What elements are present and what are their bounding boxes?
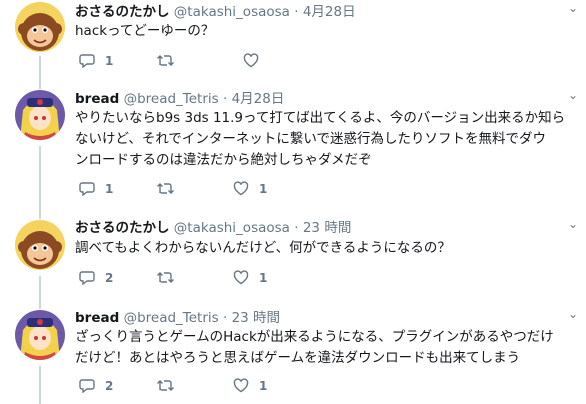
tweet-header: おさるのたかし @takashi_osaosa · 4月28日 — [75, 3, 356, 21]
retweet-button[interactable] — [156, 378, 175, 393]
reply-count: 1 — [105, 181, 114, 196]
retweet-icon — [157, 183, 174, 194]
reply-icon — [79, 182, 95, 196]
heart-icon — [233, 378, 249, 393]
thread-line — [39, 204, 41, 219]
like-button[interactable]: 1 — [233, 378, 267, 393]
heart-icon — [233, 181, 249, 196]
reply-icon — [79, 379, 95, 393]
tweet-4[interactable]: bread @bread_Tetris · 23 時間 ⌄ ざっくり言うとゲーム… — [0, 296, 586, 404]
tweet-header: bread @bread_Tetris · 4月28日 — [75, 90, 284, 108]
avatar-monkey[interactable] — [15, 220, 65, 270]
separator-dot: · — [294, 220, 299, 236]
retweet-button[interactable] — [156, 181, 175, 196]
timestamp[interactable]: 23 時間 — [232, 310, 280, 326]
thread-line — [39, 56, 41, 80]
retweet-button[interactable] — [156, 270, 175, 285]
username[interactable]: @takashi_osaosa — [174, 4, 290, 20]
avatar-anime-girl[interactable] — [15, 310, 65, 360]
reply-button[interactable]: 2 — [79, 270, 113, 285]
retweet-icon — [157, 272, 174, 283]
username[interactable]: @bread_Tetris — [124, 310, 219, 326]
reply-icon — [79, 271, 95, 285]
display-name[interactable]: おさるのたかし — [75, 220, 170, 236]
heart-icon — [243, 53, 259, 68]
like-button[interactable]: 1 — [233, 270, 267, 285]
separator-dot: · — [222, 310, 228, 326]
tweet-3[interactable]: おさるのたかし @takashi_osaosa · 23 時間 ⌄ 調べてもよく… — [0, 204, 586, 296]
reply-count: 2 — [105, 378, 114, 393]
retweet-icon — [157, 380, 174, 391]
thread-line — [39, 80, 41, 89]
thread-line — [39, 366, 41, 404]
chevron-down-icon[interactable]: ⌄ — [568, 307, 578, 321]
thread-line — [39, 276, 41, 296]
chevron-down-icon[interactable]: ⌄ — [568, 217, 578, 231]
separator-dot: · — [294, 4, 299, 20]
heart-icon — [233, 270, 249, 285]
tweet-header: おさるのたかし @takashi_osaosa · 23 時間 — [75, 219, 351, 237]
timestamp[interactable]: 4月28日 — [303, 4, 356, 20]
reply-button[interactable]: 1 — [79, 53, 113, 68]
tweet-1[interactable]: おさるのたかし @takashi_osaosa · 4月28日 ⌄ hackって… — [0, 0, 586, 80]
reply-button[interactable]: 1 — [79, 181, 113, 196]
tweet-header: bread @bread_Tetris · 23 時間 — [75, 309, 280, 327]
tweet-text: hackってどーゆーの？ — [75, 23, 215, 39]
avatar-monkey[interactable] — [15, 2, 65, 52]
chevron-down-icon[interactable]: ⌄ — [568, 1, 578, 15]
display-name[interactable]: bread — [75, 310, 119, 326]
retweet-button[interactable] — [156, 53, 175, 68]
tweet-text: ざっくり言うとゲームのHackが出来るようになる、プラグインがあるやつだけ だけ… — [75, 329, 554, 366]
thread-line — [39, 296, 41, 309]
like-count: 1 — [259, 270, 268, 285]
like-count: 1 — [259, 181, 268, 196]
reply-count: 2 — [105, 270, 114, 285]
username[interactable]: @bread_Tetris — [124, 91, 219, 107]
avatar-anime-girl[interactable] — [15, 90, 65, 140]
display-name[interactable]: bread — [75, 91, 119, 107]
reply-button[interactable]: 2 — [79, 378, 113, 393]
like-count: 1 — [259, 378, 268, 393]
reply-count: 1 — [105, 53, 114, 68]
like-button[interactable]: 1 — [233, 181, 267, 196]
tweet-2[interactable]: bread @bread_Tetris · 4月28日 ⌄ やりたいならb9s … — [0, 80, 586, 204]
tweet-text: 調べてもよくわからないんだけど、何ができるようになるの？ — [75, 240, 451, 256]
timestamp[interactable]: 4月28日 — [232, 91, 285, 107]
display-name[interactable]: おさるのたかし — [75, 4, 170, 20]
separator-dot: · — [222, 91, 228, 107]
reply-icon — [79, 54, 95, 68]
retweet-icon — [157, 55, 174, 66]
like-button[interactable] — [243, 53, 259, 68]
timestamp[interactable]: 23 時間 — [303, 220, 351, 236]
chevron-down-icon[interactable]: ⌄ — [568, 88, 578, 102]
username[interactable]: @takashi_osaosa — [174, 220, 290, 236]
thread-line — [39, 146, 41, 204]
tweet-text: やりたいならb9s 3ds 11.9って打てば出てくるよ、今のバージョン出来るか… — [75, 110, 566, 168]
